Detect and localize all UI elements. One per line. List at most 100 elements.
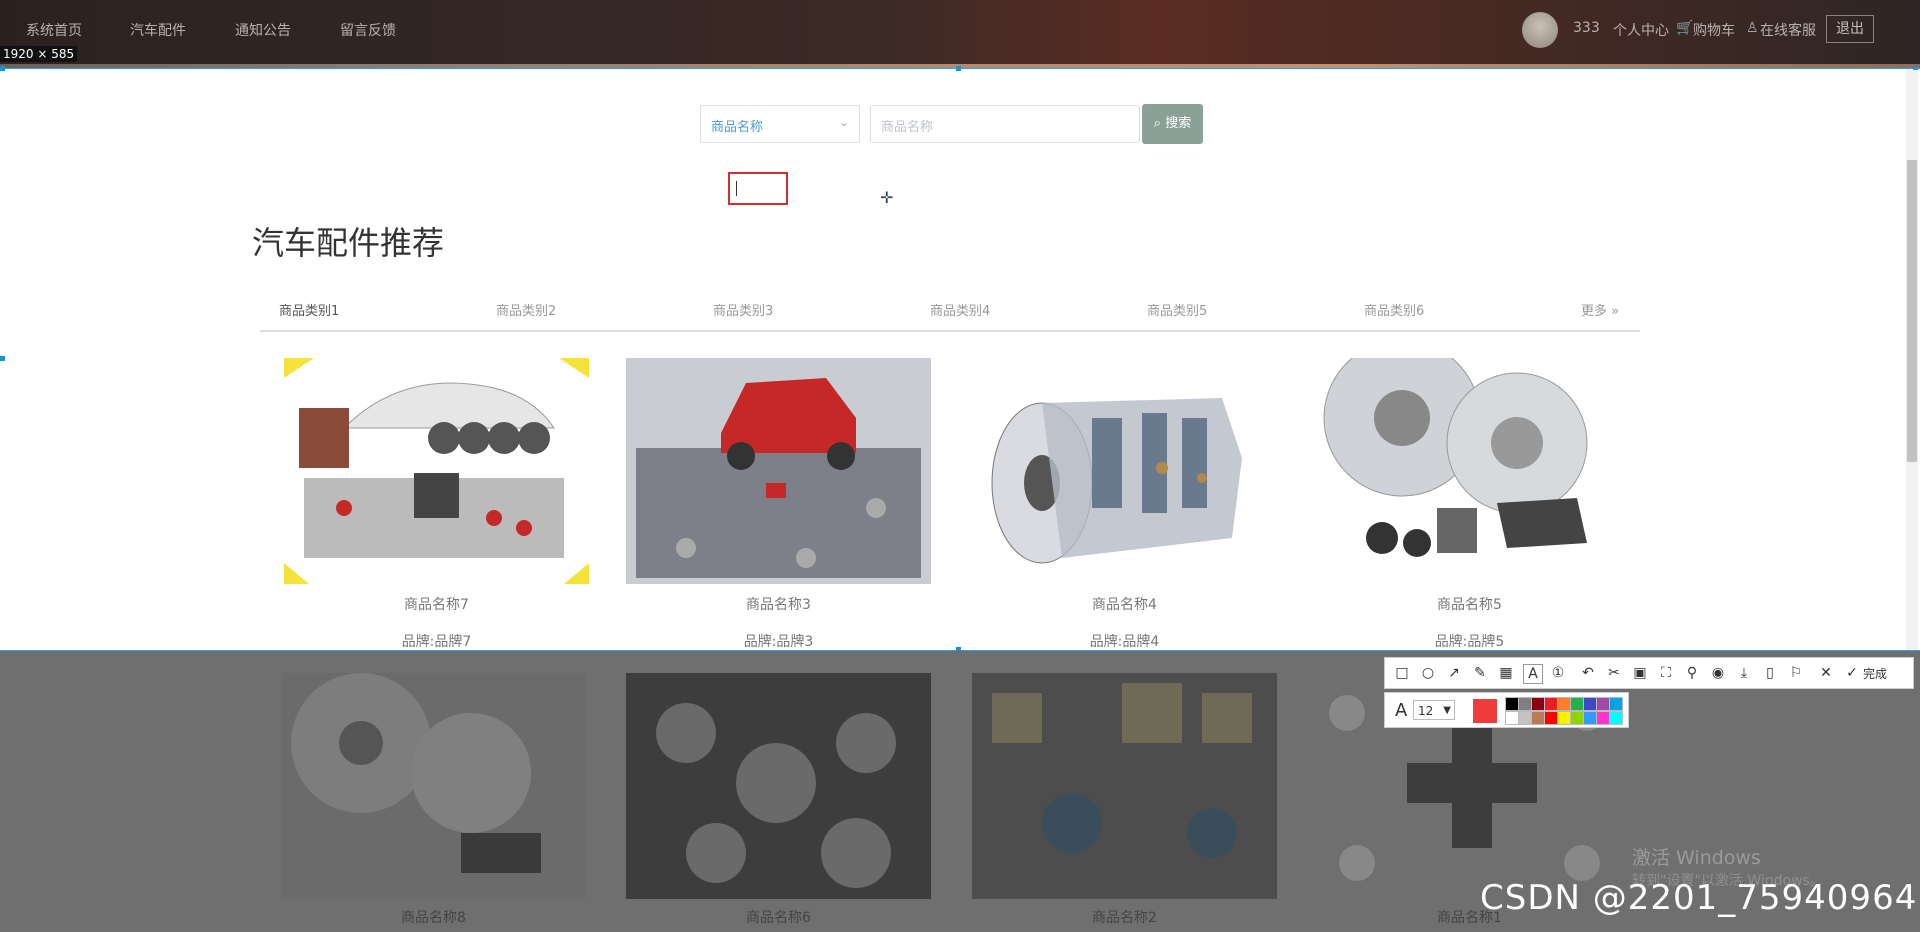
rectangle-tool-icon[interactable]: □	[1393, 664, 1411, 682]
top-navigation: 系统首页 汽车配件 通知公告 留言反馈 333 个人中心 🛒 购物车 ♙ 在线客…	[0, 0, 1920, 64]
capture-handle[interactable]	[0, 66, 5, 71]
nav-cart[interactable]: 购物车	[1693, 20, 1735, 40]
annotation-text-box[interactable]	[728, 172, 788, 205]
ocr-icon[interactable]: ▣	[1631, 664, 1649, 682]
more-link[interactable]: 更多 »	[1581, 300, 1619, 319]
text-caret	[736, 181, 737, 196]
color-swatch[interactable]	[1557, 697, 1571, 711]
current-color-swatch[interactable]	[1473, 699, 1497, 723]
close-icon[interactable]: ✕	[1817, 664, 1835, 682]
font-size-value: 12	[1418, 704, 1434, 718]
tab-category-4[interactable]: 商品类别4	[930, 300, 990, 319]
search-icon: ⌕	[1153, 116, 1162, 131]
capture-handle[interactable]	[0, 356, 5, 361]
product-name[interactable]: 商品名称3	[626, 594, 931, 614]
nav-service[interactable]: 在线客服	[1760, 20, 1816, 40]
search-button-label: 搜索	[1165, 116, 1192, 131]
logout-button[interactable]: 退出	[1826, 15, 1874, 43]
capture-size-label: 1920 × 585	[0, 46, 78, 62]
brake-disc-image[interactable]	[1317, 358, 1622, 584]
color-swatch[interactable]	[1531, 697, 1545, 711]
gears-image	[626, 673, 931, 899]
nav-home[interactable]: 系统首页	[26, 20, 82, 40]
text-tool-icon[interactable]: A	[1523, 664, 1543, 684]
windows-activation-watermark: 激活 Windows	[1632, 847, 1761, 869]
pin-icon[interactable]: ⚲	[1683, 664, 1701, 682]
nav-announcements[interactable]: 通知公告	[235, 20, 291, 40]
ellipse-tool-icon[interactable]: ○	[1419, 664, 1437, 682]
nav-auto-parts[interactable]: 汽车配件	[130, 20, 186, 40]
tab-category-5[interactable]: 商品类别5	[1147, 300, 1207, 319]
product-brand: 品牌:品牌3	[743, 634, 814, 650]
color-swatch[interactable]	[1570, 711, 1584, 725]
color-swatch[interactable]	[1505, 711, 1519, 725]
more-label: 更多	[1581, 304, 1608, 319]
nav-profile[interactable]: 个人中心	[1613, 20, 1669, 40]
red-car-parts-image[interactable]	[626, 358, 931, 584]
color-swatch[interactable]	[1583, 711, 1597, 725]
arrow-tool-icon[interactable]: ↗	[1445, 664, 1463, 682]
color-swatch[interactable]	[1609, 711, 1623, 725]
product-card[interactable]: 商品名称7 品牌:品牌7	[284, 358, 589, 651]
product-name[interactable]: 商品名称4	[972, 594, 1277, 614]
tab-category-2[interactable]: 商品类别2	[496, 300, 556, 319]
font-icon: A	[1395, 700, 1408, 721]
username: 333	[1573, 20, 1600, 36]
search-field-select[interactable]: 商品名称 ⌄	[700, 105, 860, 143]
crosshair-cursor-icon: ✛	[880, 188, 894, 207]
mosaic-tool-icon[interactable]: ▦	[1497, 664, 1515, 682]
color-swatch[interactable]	[1518, 711, 1532, 725]
color-swatch[interactable]	[1544, 697, 1558, 711]
product-brand: 品牌:品牌7	[401, 634, 472, 650]
pen-tool-icon[interactable]: ✎	[1471, 664, 1489, 682]
chevron-down-icon: ⌄	[838, 115, 849, 129]
color-swatch[interactable]	[1518, 697, 1532, 711]
color-swatch[interactable]	[1505, 697, 1519, 711]
tab-category-6[interactable]: 商品类别6	[1364, 300, 1424, 319]
turbine-engine-image[interactable]	[972, 358, 1277, 584]
product-name[interactable]: 商品名称5	[1317, 594, 1622, 614]
color-swatch[interactable]	[1596, 697, 1610, 711]
product-card: 商品名称8	[281, 673, 586, 927]
product-name: 商品名称8	[401, 910, 466, 926]
tab-category-3[interactable]: 商品类别3	[713, 300, 773, 319]
done-button[interactable]: 完成	[1863, 665, 1887, 682]
filters-image	[972, 673, 1277, 899]
product-card: 商品名称2	[972, 673, 1277, 927]
search-button[interactable]: ⌕ 搜索	[1142, 104, 1203, 144]
color-swatch[interactable]	[1570, 697, 1584, 711]
long-screenshot-icon[interactable]: ▯	[1761, 664, 1779, 682]
color-swatch[interactable]	[1583, 697, 1597, 711]
scrollbar[interactable]	[1906, 70, 1918, 650]
product-card[interactable]: 商品名称3 品牌:品牌3	[626, 358, 931, 651]
nav-feedback[interactable]: 留言反馈	[340, 20, 396, 40]
ai-cutout-icon[interactable]: ✂	[1605, 664, 1623, 682]
record-icon[interactable]: ◉	[1709, 664, 1727, 682]
category-tabs: 商品类别1 商品类别2 商品类别3 商品类别4 商品类别5 商品类别6 更多 »	[260, 288, 1640, 332]
font-size-select[interactable]: 12 ▼	[1413, 700, 1455, 720]
product-name[interactable]: 商品名称7	[284, 594, 589, 614]
color-swatch[interactable]	[1544, 711, 1558, 725]
user-icon: ♙	[1746, 20, 1759, 36]
product-card[interactable]: 商品名称5 品牌:品牌5	[1317, 358, 1622, 651]
tab-category-1[interactable]: 商品类别1	[279, 300, 339, 319]
product-card[interactable]: 商品名称4 品牌:品牌4	[972, 358, 1277, 651]
download-icon[interactable]: ⤓	[1735, 664, 1753, 682]
bookmark-icon[interactable]: ⚐	[1787, 664, 1805, 682]
scrollbar-thumb[interactable]	[1907, 160, 1917, 462]
color-swatch[interactable]	[1609, 697, 1623, 711]
color-swatch[interactable]	[1557, 711, 1571, 725]
color-swatch[interactable]	[1596, 711, 1610, 725]
text-style-bar: A 12 ▼	[1384, 692, 1629, 728]
search-input[interactable]: 商品名称	[870, 105, 1140, 143]
undo-icon[interactable]: ↶	[1579, 664, 1597, 682]
color-swatch[interactable]	[1531, 711, 1545, 725]
search-placeholder: 商品名称	[881, 120, 934, 135]
car-parts-image[interactable]	[284, 358, 589, 584]
avatar[interactable]	[1522, 12, 1558, 48]
scan-icon[interactable]: ⛶	[1657, 664, 1675, 682]
check-icon[interactable]: ✓	[1843, 664, 1861, 682]
number-tool-icon[interactable]: ①	[1549, 664, 1567, 682]
capture-handle[interactable]	[956, 66, 961, 71]
brake-disc-image	[281, 673, 586, 899]
